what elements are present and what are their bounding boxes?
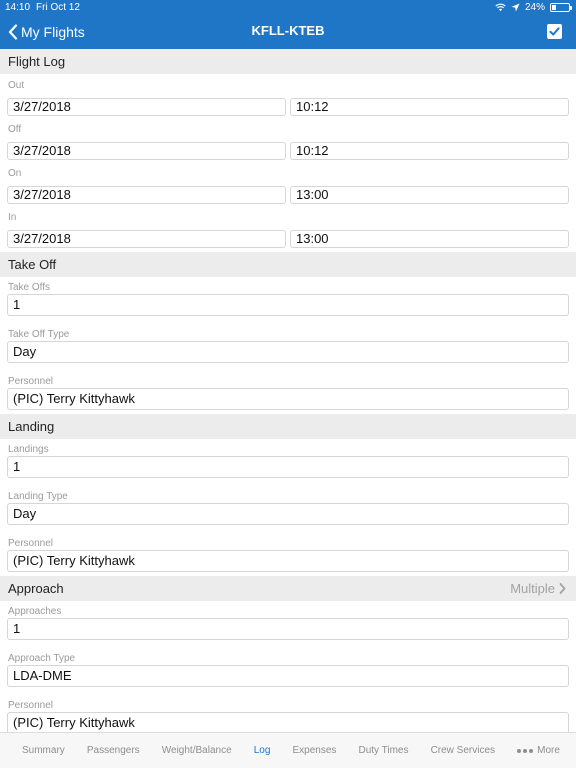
section-header-landing: Landing (0, 414, 576, 439)
on-date-field[interactable]: 3/27/2018 (7, 186, 286, 204)
save-checkmark-button[interactable] (547, 24, 562, 39)
approach-header-label: Approach (8, 581, 64, 596)
wifi-icon (495, 3, 506, 12)
approach-personnel-field[interactable]: (PIC) Terry Kittyhawk (7, 712, 569, 732)
top-bar: 14:10 Fri Oct 12 24% My Flights KFLL-KTE… (0, 0, 576, 49)
out-time-field[interactable]: 10:12 (290, 98, 569, 116)
tab-more-label: More (537, 745, 560, 756)
status-indicators: 24% (495, 0, 572, 15)
take-off-personnel-field[interactable]: (PIC) Terry Kittyhawk (7, 388, 569, 410)
landing-personnel-field[interactable]: (PIC) Terry Kittyhawk (7, 550, 569, 572)
take-offs-field[interactable]: 1 (7, 294, 569, 316)
status-date: Fri Oct 12 (36, 2, 80, 13)
form-content: Flight Log Out 3/27/2018 10:12 Off 3/27/… (0, 49, 576, 732)
tab-passengers[interactable]: Passengers (87, 745, 140, 756)
on-time-field[interactable]: 13:00 (290, 186, 569, 204)
landing-type-label: Landing Type (8, 491, 68, 502)
location-arrow-icon (511, 3, 520, 12)
battery-icon (550, 3, 572, 12)
more-dots-icon (517, 748, 534, 753)
in-label: In (8, 212, 17, 223)
tab-duty-times[interactable]: Duty Times (358, 745, 408, 756)
on-label: On (8, 168, 22, 179)
in-time-field[interactable]: 13:00 (290, 230, 569, 248)
take-off-personnel-label: Personnel (8, 376, 54, 387)
in-date-field[interactable]: 3/27/2018 (7, 230, 286, 248)
flight-log-screen: 14:10 Fri Oct 12 24% My Flights KFLL-KTE… (0, 0, 576, 768)
status-time: 14:10 (5, 2, 31, 13)
in-row: 3/27/2018 13:00 (0, 230, 576, 248)
out-row: 3/27/2018 10:12 (0, 98, 576, 116)
page-title: KFLL-KTEB (251, 23, 325, 38)
off-row: 3/27/2018 10:12 (0, 142, 576, 160)
status-bar: 14:10 Fri Oct 12 24% (0, 0, 576, 15)
on-row: 3/27/2018 13:00 (0, 186, 576, 204)
approach-personnel-label: Personnel (8, 700, 54, 711)
landings-label: Landings (8, 444, 49, 455)
tab-crew-services[interactable]: Crew Services (431, 745, 495, 756)
approach-multiple-label: Multiple (510, 581, 555, 596)
approaches-field[interactable]: 1 (7, 618, 569, 640)
off-label: Off (8, 124, 22, 135)
tab-weight-balance[interactable]: Weight/Balance (162, 745, 232, 756)
bottom-tab-bar: Summary Passengers Weight/Balance Log Ex… (0, 732, 576, 768)
landing-type-field[interactable]: Day (7, 503, 569, 525)
section-header-flight-log: Flight Log (0, 49, 576, 74)
approach-multiple-link[interactable]: Multiple (510, 576, 566, 601)
battery-percent: 24% (524, 2, 545, 13)
landings-field[interactable]: 1 (7, 456, 569, 478)
tab-log[interactable]: Log (254, 745, 271, 756)
section-header-take-off: Take Off (0, 252, 576, 277)
checkmark-icon (549, 27, 560, 36)
tab-summary[interactable]: Summary (22, 745, 65, 756)
off-date-field[interactable]: 3/27/2018 (7, 142, 286, 160)
take-offs-label: Take Offs (8, 282, 51, 293)
approaches-label: Approaches (8, 606, 62, 617)
navigation-bar: My Flights KFLL-KTEB (0, 15, 576, 49)
section-header-approach: Approach Multiple (0, 576, 576, 601)
take-off-type-label: Take Off Type (8, 329, 70, 340)
approach-type-label: Approach Type (8, 653, 76, 664)
out-date-field[interactable]: 3/27/2018 (7, 98, 286, 116)
tab-expenses[interactable]: Expenses (292, 745, 336, 756)
approach-type-field[interactable]: LDA-DME (7, 665, 569, 687)
landing-personnel-label: Personnel (8, 538, 54, 549)
chevron-right-icon (559, 583, 566, 594)
out-label: Out (8, 80, 25, 91)
tab-more[interactable]: More (517, 745, 560, 756)
take-off-type-field[interactable]: Day (7, 341, 569, 363)
off-time-field[interactable]: 10:12 (290, 142, 569, 160)
